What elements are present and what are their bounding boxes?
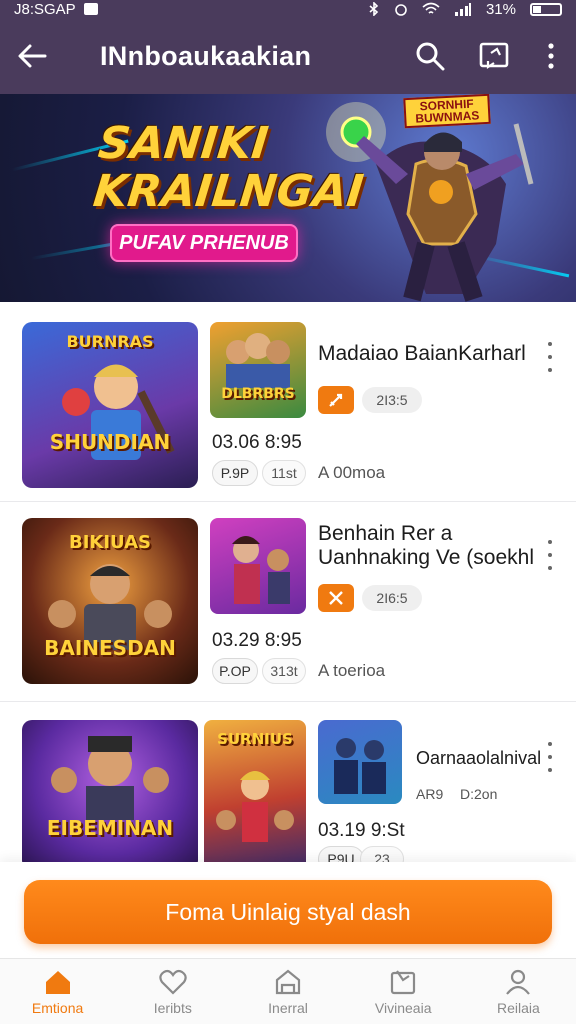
value-chip: 2I3:5 xyxy=(362,387,422,413)
character-group-art xyxy=(216,771,294,842)
thumbnail-label: SHUNDIAN xyxy=(49,430,171,454)
thumbnail-mid-label: SURNIUS xyxy=(217,730,293,748)
thumbnail-top-label: BURNRAS xyxy=(66,332,154,351)
item-more-button[interactable] xyxy=(540,742,560,772)
page-title: INnboaukaakian xyxy=(100,40,312,71)
item-more-button[interactable] xyxy=(540,540,560,570)
thumbnail-label: BAINESDAN xyxy=(44,636,176,660)
nav-item-profile[interactable]: Reilaia xyxy=(461,959,576,1024)
bottom-navigation: Emtiona Ieribts Inerral Vivineaia Reilai… xyxy=(0,958,576,1024)
sword-icon xyxy=(329,393,343,407)
character-group-art xyxy=(226,333,290,388)
item-title-line2: Uanhnaking Ve (soekhl xyxy=(318,546,534,569)
character-group-art xyxy=(232,536,290,604)
crossed-swords-icon xyxy=(329,591,343,605)
hero-banner[interactable]: SANIKI KRAILNGAI PUFAV PRHENUB SORNHIF B… xyxy=(0,94,576,302)
app-bar: INnboaukaakian xyxy=(0,18,576,94)
primary-cta-button[interactable]: Foma Uinlaig styal dash xyxy=(24,880,552,944)
thumbnail-top-label: BIKIUAS xyxy=(68,532,152,553)
alarm-icon xyxy=(395,4,407,16)
item-tag[interactable]: P.9P xyxy=(212,460,258,486)
notification-icon xyxy=(83,3,98,15)
hero-title-line2: KRAILNGAI xyxy=(90,166,367,217)
nav-item-general[interactable]: Inerral xyxy=(230,959,345,1024)
list-item[interactable]: BURNRAS SHUNDIAN DLBRBRS Madaiao BaianKa… xyxy=(0,302,576,502)
status-time: J8:SGAP xyxy=(14,0,76,18)
game-thumbnail-small[interactable] xyxy=(210,518,306,614)
item-tag[interactable]: P9U xyxy=(318,846,364,862)
search-button[interactable] xyxy=(398,18,462,94)
back-arrow-icon xyxy=(18,44,47,68)
item-meta-b: D:2on xyxy=(460,786,498,802)
list-item[interactable]: EIBEMINAN SURNIUS Oarnaaolalnival AR9 D:… xyxy=(0,702,576,862)
item-time: 03.06 8:95 xyxy=(212,432,302,453)
list-item[interactable]: BIKIUAS BAINESDAN Benhain Rer a Uanhnaki… xyxy=(0,502,576,702)
item-title: Benhain Rer a Uanhnaking Ve (soekhl xyxy=(318,522,534,570)
wifi-icon xyxy=(422,2,440,14)
item-tag[interactable]: 23 xyxy=(360,846,404,862)
battery-percent: 31% xyxy=(485,0,516,18)
cast-icon xyxy=(479,42,509,70)
back-button[interactable] xyxy=(0,18,64,94)
character-group-art xyxy=(334,738,386,794)
item-tag[interactable]: 11st xyxy=(262,460,306,486)
game-thumbnail-small[interactable] xyxy=(318,720,402,804)
hero-title: SANIKI KRAILNGAI xyxy=(90,118,367,217)
heart-icon xyxy=(159,969,187,995)
thumbnail-small-label: DLBRBRS xyxy=(221,386,295,402)
game-thumbnail-small[interactable]: SURNIUS xyxy=(204,720,306,862)
item-tag[interactable]: P.OP xyxy=(212,658,258,684)
cast-button[interactable] xyxy=(462,18,526,94)
value-chip: 2I6:5 xyxy=(362,585,422,611)
item-time: 03.29 8:95 xyxy=(212,630,302,651)
action-chip[interactable] xyxy=(318,386,354,414)
game-list: BURNRAS SHUNDIAN DLBRBRS Madaiao BaianKa… xyxy=(0,302,576,862)
hero-title-line1: SANIKI xyxy=(95,118,271,169)
item-more-button[interactable] xyxy=(540,342,560,372)
home-icon xyxy=(45,970,70,994)
game-thumbnail[interactable]: BIKIUAS BAINESDAN xyxy=(22,518,198,684)
more-options-button[interactable] xyxy=(526,18,576,94)
item-subtitle: A toerioa xyxy=(318,661,386,680)
profile-icon xyxy=(506,969,531,995)
signal-icon xyxy=(454,3,471,16)
activity-icon xyxy=(391,969,416,994)
item-title-line1: Benhain Rer a xyxy=(318,522,453,545)
action-chip[interactable] xyxy=(318,584,354,612)
item-title: Oarnaaolalnival xyxy=(416,748,542,768)
game-thumbnail[interactable]: BURNRAS SHUNDIAN xyxy=(22,322,198,488)
nav-label: Emtiona xyxy=(31,999,84,1016)
item-title: Madaiao BaianKarharl xyxy=(318,342,526,365)
game-thumbnail[interactable]: EIBEMINAN xyxy=(22,720,198,862)
nav-item-favorites[interactable]: Ieribts xyxy=(115,959,230,1024)
nav-label: Ieribts xyxy=(153,999,192,1016)
item-subtitle: A 00moa xyxy=(318,463,386,482)
search-icon xyxy=(416,42,445,71)
item-meta-a: AR9 xyxy=(416,786,444,802)
item-tag[interactable]: 313t xyxy=(262,658,306,684)
thumbnail-label: EIBEMINAN xyxy=(46,816,174,840)
nav-label: Reilaia xyxy=(497,999,540,1016)
battery-icon xyxy=(530,2,562,16)
nav-item-activity[interactable]: Vivineaia xyxy=(346,959,461,1024)
hero-cta-button[interactable]: PUFAV PRHENUB xyxy=(110,224,298,262)
store-icon xyxy=(275,969,301,994)
nav-label: Vivineaia xyxy=(374,999,432,1016)
status-bar: J8:SGAP 31% xyxy=(0,0,576,18)
game-thumbnail-small[interactable]: DLBRBRS xyxy=(210,322,306,418)
nav-label: Inerral xyxy=(268,999,308,1016)
bluetooth-icon xyxy=(369,2,379,16)
more-vert-icon xyxy=(548,43,554,69)
cta-area: Foma Uinlaig styal dash xyxy=(0,862,576,958)
item-time: 03.19 9:St xyxy=(318,820,405,841)
hero-sign: SORNHIF BUWNMAS xyxy=(403,94,491,129)
character-art xyxy=(51,736,169,820)
nav-item-home[interactable]: Emtiona xyxy=(0,959,115,1024)
